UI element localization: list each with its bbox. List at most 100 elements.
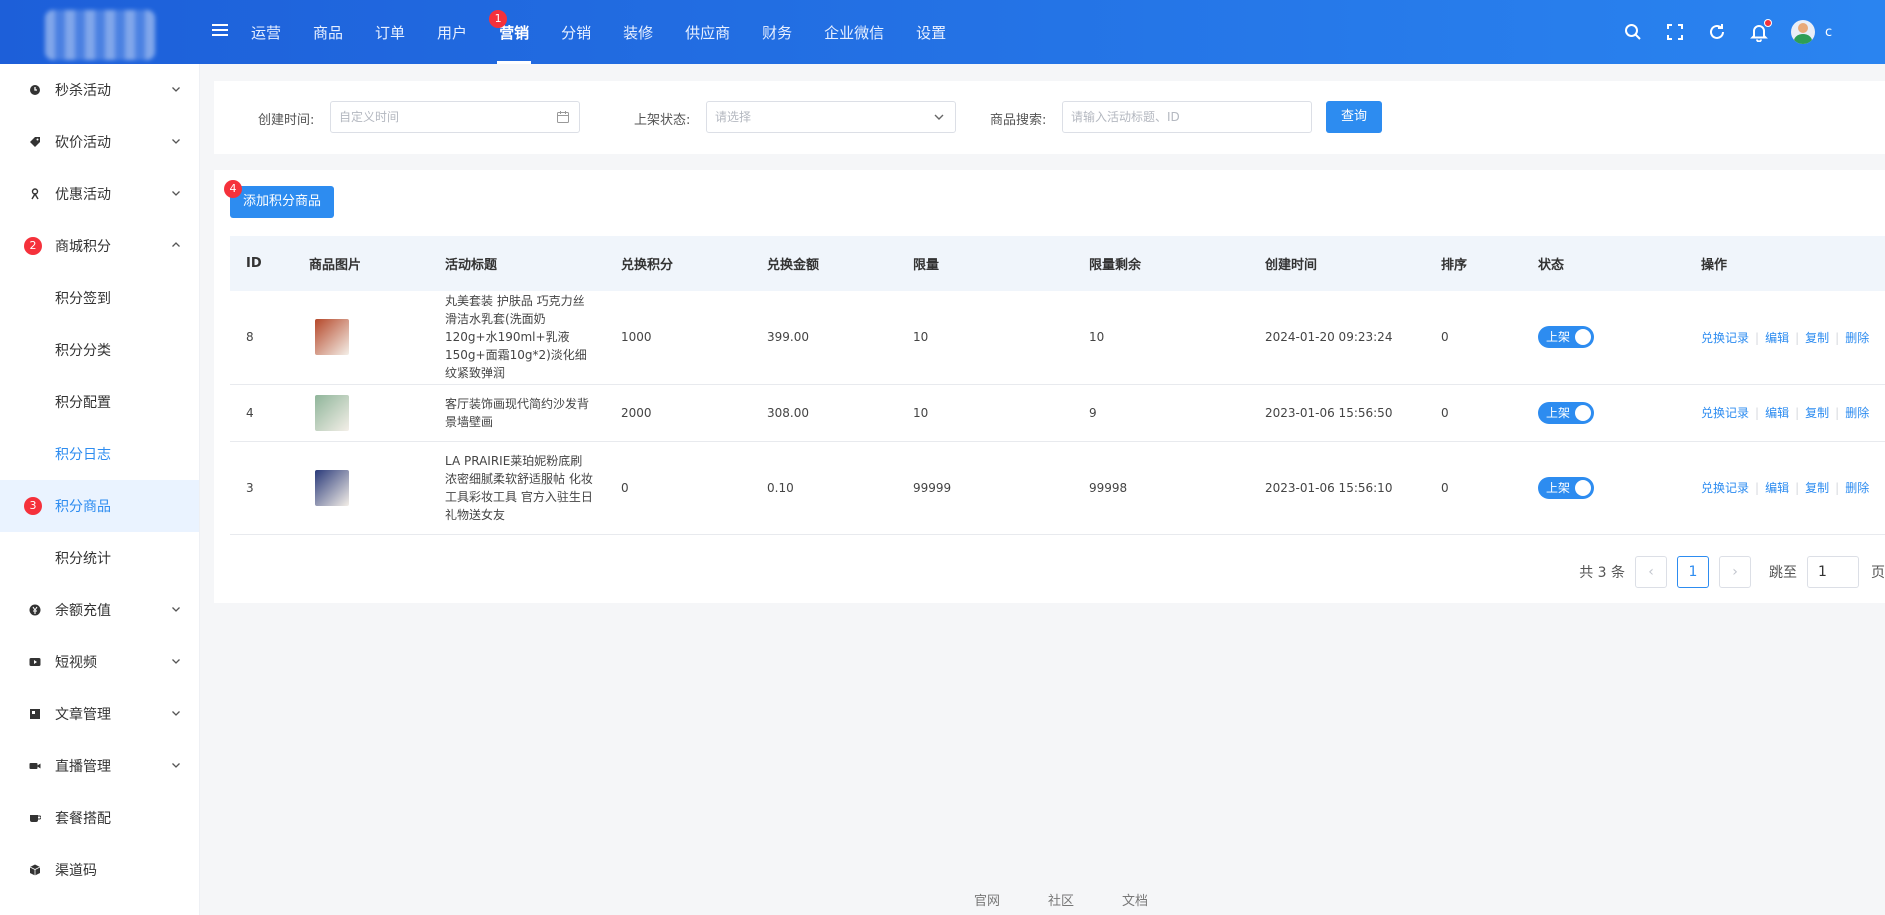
sidebar-item-15[interactable]: 渠道码 bbox=[0, 844, 199, 896]
top-right-tools: c bbox=[1601, 0, 1885, 64]
nav-item-3[interactable]: 用户 bbox=[421, 0, 483, 64]
nav-item-2[interactable]: 订单 bbox=[359, 0, 421, 64]
sidebar-item-14[interactable]: 套餐搭配 bbox=[0, 792, 199, 844]
nav-item-label: 分销 bbox=[561, 24, 592, 42]
sidebar-item-label: 文章管理 bbox=[55, 707, 111, 723]
delete-link[interactable]: 删除 bbox=[1845, 331, 1869, 345]
sidebar-item-12[interactable]: 文章管理 bbox=[0, 688, 199, 740]
sidebar-item-label: 短视频 bbox=[55, 655, 97, 671]
sidebar-item-1[interactable]: 砍价活动 bbox=[0, 116, 199, 168]
chevron-down-icon bbox=[172, 763, 180, 768]
cell-limit: 10 bbox=[897, 384, 1073, 442]
created-time-picker[interactable]: 自定义时间 bbox=[330, 101, 580, 133]
calendar-icon bbox=[557, 111, 569, 123]
nav-item-label: 财务 bbox=[762, 24, 793, 42]
status-toggle[interactable]: 上架 bbox=[1538, 326, 1594, 349]
top-nav: 运营 商品 订单 用户 营销 1 分销 装修 供应商 财务 企业微信 设置 bbox=[235, 0, 962, 64]
sidebar-item-5[interactable]: 积分分类 bbox=[0, 324, 199, 376]
nav-item-7[interactable]: 供应商 bbox=[669, 0, 746, 64]
nav-item-10[interactable]: 设置 bbox=[900, 0, 962, 64]
delete-link[interactable]: 删除 bbox=[1845, 481, 1869, 495]
cell-sort: 0 bbox=[1425, 441, 1522, 535]
sidebar-item-13[interactable]: 直播管理 bbox=[0, 740, 199, 792]
next-page-button[interactable]: › bbox=[1719, 556, 1751, 588]
copy-link[interactable]: 复制 bbox=[1805, 331, 1829, 345]
clock-icon bbox=[30, 85, 40, 95]
username[interactable]: c bbox=[1825, 25, 1885, 40]
divider: | bbox=[1795, 330, 1800, 345]
sidebar-item-6[interactable]: 积分配置 bbox=[0, 376, 199, 428]
edit-link[interactable]: 编辑 bbox=[1765, 331, 1789, 345]
nav-item-6[interactable]: 装修 bbox=[607, 0, 669, 64]
bell-icon[interactable] bbox=[1749, 19, 1772, 43]
nav-item-label: 供应商 bbox=[685, 24, 731, 42]
cell-id: 4 bbox=[230, 384, 293, 442]
nav-item-8[interactable]: 财务 bbox=[746, 0, 808, 64]
sidebar-item-2[interactable]: 优惠活动 bbox=[0, 168, 199, 220]
status-select[interactable]: 请选择 bbox=[706, 101, 956, 133]
sidebar-item-label: 商城积分 bbox=[55, 239, 111, 255]
sidebar-item-11[interactable]: 短视频 bbox=[0, 636, 199, 688]
sidebar-item-8[interactable]: 3 积分商品 bbox=[0, 480, 199, 532]
jump-page-input[interactable]: 1 bbox=[1807, 556, 1859, 588]
search-input[interactable]: 请输入活动标题、ID bbox=[1062, 101, 1312, 133]
sidebar-item-4[interactable]: 积分签到 bbox=[0, 272, 199, 324]
cell-image bbox=[293, 384, 429, 442]
status-toggle[interactable]: 上架 bbox=[1538, 401, 1594, 424]
nav-item-0[interactable]: 运营 bbox=[235, 0, 297, 64]
exchange-record-link[interactable]: 兑换记录 bbox=[1701, 331, 1749, 345]
nav-item-9[interactable]: 企业微信 bbox=[808, 0, 900, 64]
created-time-label: 创建时间: bbox=[258, 113, 315, 128]
copy-link[interactable]: 复制 bbox=[1805, 481, 1829, 495]
delete-link[interactable]: 删除 bbox=[1845, 406, 1869, 420]
nav-item-1[interactable]: 商品 bbox=[297, 0, 359, 64]
exchange-record-link[interactable]: 兑换记录 bbox=[1701, 481, 1749, 495]
sidebar-item-0[interactable]: 秒杀活动 bbox=[0, 64, 199, 116]
exchange-record-link[interactable]: 兑换记录 bbox=[1701, 406, 1749, 420]
status-toggle[interactable]: 上架 bbox=[1538, 476, 1594, 499]
sidebar-item-9[interactable]: 积分统计 bbox=[0, 532, 199, 584]
sidebar-item-label: 积分日志 bbox=[55, 447, 111, 463]
menu-toggle-icon[interactable] bbox=[212, 24, 228, 38]
sidebar-item-label: 直播管理 bbox=[55, 759, 111, 775]
notification-dot bbox=[1764, 19, 1772, 27]
cell-ops: 兑换记录 | 编辑 | 复制 | 删除 bbox=[1685, 291, 1885, 385]
search-label: 商品搜索: bbox=[990, 113, 1047, 128]
prev-page-button[interactable]: ‹ bbox=[1635, 556, 1667, 588]
chevron-down-icon bbox=[172, 87, 180, 92]
cell-id: 3 bbox=[230, 441, 293, 535]
edit-link[interactable]: 编辑 bbox=[1765, 481, 1789, 495]
add-points-product-button[interactable]: 添加积分商品 4 bbox=[224, 180, 334, 218]
divider: | bbox=[1755, 406, 1760, 420]
sidebar-item-label: 积分配置 bbox=[55, 395, 111, 411]
yen-icon bbox=[29, 604, 41, 616]
divider: | bbox=[1795, 406, 1800, 420]
cell-created: 2023-01-06 15:56:50 bbox=[1249, 384, 1425, 442]
search-icon[interactable] bbox=[1623, 22, 1643, 42]
search-placeholder: 请输入活动标题、ID bbox=[1071, 110, 1180, 124]
table-row: 4 客厅装饰画现代简约沙发背景墙壁画 2000 308.00 10 9 2023-01-06… bbox=[230, 384, 1885, 442]
nav-item-4[interactable]: 营销 1 bbox=[483, 0, 545, 64]
chevron-down-icon bbox=[172, 139, 180, 144]
footer-link[interactable]: 官网 bbox=[974, 890, 1000, 909]
nav-item-5[interactable]: 分销 bbox=[545, 0, 607, 64]
query-button[interactable]: 查询 bbox=[1326, 101, 1382, 133]
footer-link[interactable]: 社区 bbox=[1048, 890, 1074, 909]
footer-link[interactable]: 文档 bbox=[1122, 890, 1148, 909]
cell-amount: 399.00 bbox=[751, 291, 897, 385]
cell-created: 2023-01-06 15:56:10 bbox=[1249, 441, 1425, 535]
edit-link[interactable]: 编辑 bbox=[1765, 406, 1789, 420]
refresh-icon[interactable] bbox=[1707, 22, 1727, 42]
copy-link[interactable]: 复制 bbox=[1805, 406, 1829, 420]
sidebar-item-10[interactable]: 余额充值 bbox=[0, 584, 199, 636]
sidebar-item-7[interactable]: 积分日志 bbox=[0, 428, 199, 480]
cell-points: 0 bbox=[605, 441, 751, 535]
step-badge: 2 bbox=[24, 237, 42, 255]
sidebar-item-label: 余额充值 bbox=[55, 603, 111, 619]
page-number-current[interactable]: 1 bbox=[1677, 556, 1709, 588]
fullscreen-icon[interactable] bbox=[1665, 22, 1685, 42]
discount-icon bbox=[31, 188, 39, 200]
product-thumbnail bbox=[315, 394, 349, 431]
sidebar-item-3[interactable]: 2 商城积分 bbox=[0, 220, 199, 272]
avatar[interactable] bbox=[1791, 20, 1815, 44]
